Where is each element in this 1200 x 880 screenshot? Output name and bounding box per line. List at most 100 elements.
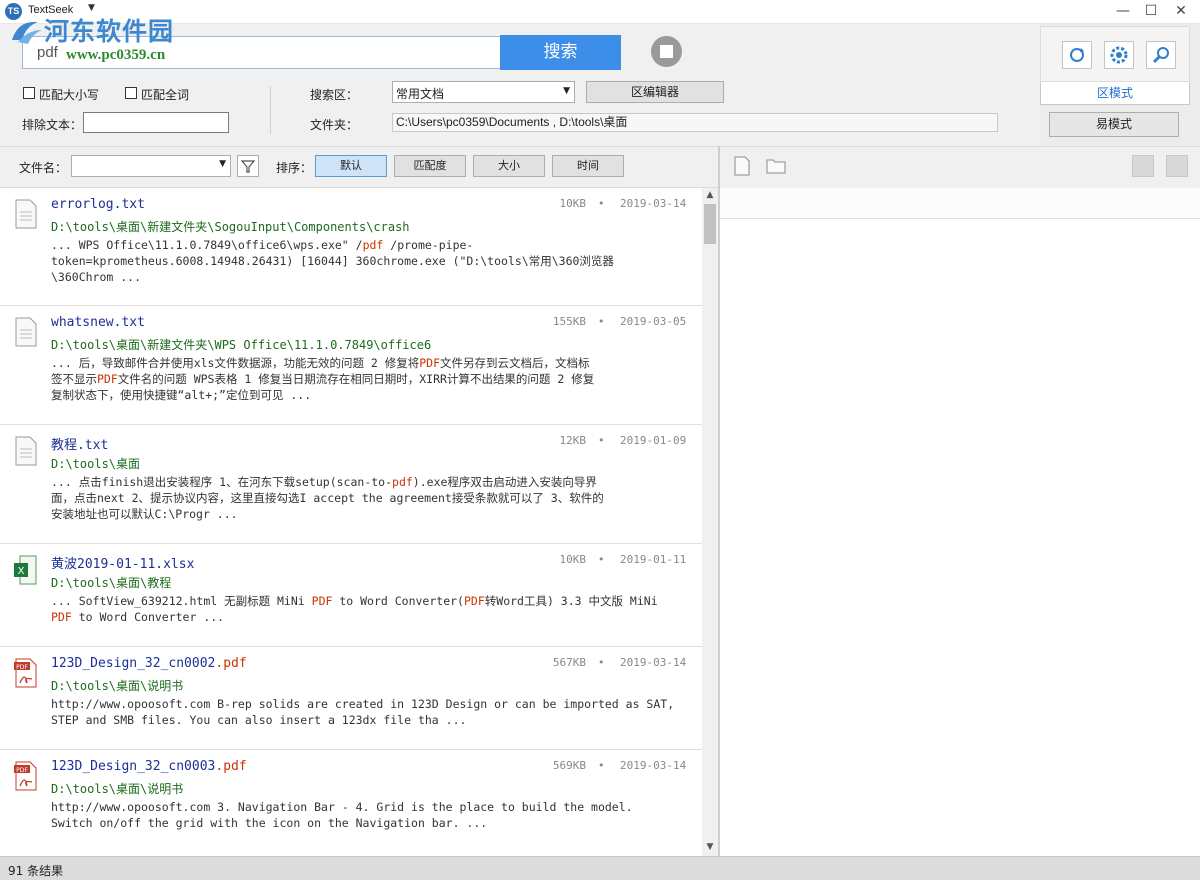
tab-easy-mode[interactable]: 易模式 [1049, 112, 1179, 137]
sort-size-button[interactable]: 大小 [473, 155, 545, 177]
list-item[interactable]: X 黄波2019-01-11.xlsx 10KB • 2019-01-11 D:… [0, 544, 702, 647]
svg-text:PDF: PDF [16, 767, 28, 774]
list-item[interactable]: whatsnew.txt 155KB • 2019-03-05 D:\tools… [0, 306, 702, 425]
svg-text:X: X [18, 566, 25, 577]
result-filename[interactable]: 教程.txt [51, 434, 108, 453]
search-scope-value: 常用文档 [396, 87, 445, 101]
result-snippet: http://www.opoosoft.com 3. Navigation Ba… [51, 800, 633, 830]
gear-icon[interactable] [1104, 41, 1134, 69]
chevron-down-icon: ▼ [219, 159, 226, 169]
folder-label: 文件夹： [310, 118, 359, 132]
result-size: 155KB [552, 315, 586, 328]
result-count: 91 条结果 [8, 864, 64, 878]
result-snippet: ... 点击finish退出安装程序 1、在河东下载setup(scan-to-… [51, 475, 604, 521]
exclude-text-input[interactable] [83, 112, 229, 133]
result-filename[interactable]: 123D_Design_32_cn0003.pdf [51, 759, 247, 774]
result-path[interactable]: D:\tools\桌面 [51, 455, 140, 472]
result-path[interactable]: D:\tools\桌面\新建文件夹\SogouInput\Components\… [51, 218, 410, 235]
divider [270, 86, 271, 134]
result-snippet: http://www.opoosoft.com B-rep solids are… [51, 697, 675, 727]
match-highlight: PDF [463, 594, 485, 608]
scroll-down-icon[interactable]: ▼ [702, 840, 718, 854]
match-whole-checkbox[interactable] [125, 87, 137, 99]
match-highlight: PDF [97, 372, 118, 386]
list-item[interactable]: 教程.txt 12KB • 2019-01-09 D:\tools\桌面 ...… [0, 425, 702, 544]
text-file-icon [12, 198, 40, 230]
result-path[interactable]: D:\tools\桌面\说明书 [51, 677, 183, 694]
result-size: 10KB [559, 553, 587, 566]
list-item[interactable]: errorlog.txt 10KB • 2019-03-14 D:\tools\… [0, 188, 702, 306]
tab-zone-mode[interactable]: 区模式 [1040, 82, 1190, 105]
open-file-icon[interactable] [732, 155, 752, 177]
match-highlight: PDF [51, 610, 72, 624]
svg-text:PDF: PDF [16, 664, 28, 671]
open-folder-icon[interactable] [765, 156, 787, 176]
sort-default-button[interactable]: 默认 [315, 155, 387, 177]
preview-pane[interactable] [719, 219, 1200, 856]
result-size: 567KB [552, 656, 586, 669]
result-path[interactable]: D:\tools\桌面\教程 [51, 574, 171, 591]
result-size: 12KB [559, 434, 587, 447]
filename-label: 文件名： [19, 161, 68, 175]
result-date: 2019-01-11 [620, 553, 687, 566]
filename-filter-input[interactable]: ▼ [71, 155, 231, 177]
sort-time-button[interactable]: 时间 [552, 155, 624, 177]
scrollbar[interactable] [702, 188, 718, 856]
result-date: 2019-03-05 [620, 315, 687, 328]
match-highlight: PDF [311, 594, 333, 608]
list-item[interactable]: PDF 123D_Design_32_cn0003.pdf 569KB • 20… [0, 750, 702, 856]
preview-toolbar [719, 146, 1200, 188]
result-size: 10KB [559, 197, 587, 210]
result-path[interactable]: D:\tools\桌面\说明书 [51, 780, 183, 797]
zone-editor-button[interactable]: 区编辑器 [586, 81, 724, 103]
refresh-icon[interactable] [1062, 41, 1092, 69]
preview-header [719, 188, 1200, 219]
result-snippet: ... WPS Office\11.1.0.7849\office6\wps.e… [51, 238, 614, 284]
separator-dot: • [598, 434, 605, 447]
separator-dot: • [598, 656, 605, 669]
next-match-icon[interactable] [1166, 155, 1188, 177]
match-highlight: pdf [392, 475, 413, 489]
separator-dot: • [598, 759, 605, 772]
excel-file-icon: X [12, 554, 40, 586]
result-size: 569KB [552, 759, 586, 772]
scroll-up-icon[interactable]: ▲ [702, 188, 718, 202]
result-filename[interactable]: 黄波2019-01-11.xlsx [51, 553, 194, 572]
exclude-text-label: 排除文本： [22, 118, 83, 132]
match-highlight: PDF [419, 356, 441, 370]
prev-match-icon[interactable] [1132, 155, 1154, 177]
folder-path-field[interactable]: C:\Users\pc0359\Documents , D:\tools\桌面 [392, 113, 998, 132]
pane-splitter[interactable] [718, 146, 720, 856]
search-icon[interactable] [1146, 41, 1176, 69]
result-filename[interactable]: errorlog.txt [51, 197, 145, 212]
result-date: 2019-03-14 [620, 197, 687, 210]
result-date: 2019-03-14 [620, 656, 687, 669]
sort-label: 排序： [276, 161, 313, 175]
watermark-logo-icon [12, 21, 42, 44]
pdf-file-icon: PDF [12, 760, 40, 792]
match-whole-label: 匹配全词 [141, 88, 190, 102]
close-button[interactable]: ✕ [1164, 0, 1198, 24]
result-path[interactable]: D:\tools\桌面\新建文件夹\WPS Office\11.1.0.7849… [51, 336, 431, 353]
result-date: 2019-03-14 [620, 759, 687, 772]
result-snippet: ... SoftView_639212.html 无副标题 MiNi PDF t… [51, 594, 658, 624]
sort-relevance-button[interactable]: 匹配度 [394, 155, 466, 177]
watermark-name: 河东软件园 [44, 17, 175, 46]
stop-icon[interactable] [651, 36, 682, 67]
filter-icon[interactable] [237, 155, 259, 177]
scroll-thumb[interactable] [704, 204, 716, 244]
status-bar: 91 条结果 [0, 856, 1200, 880]
maximize-button[interactable]: ☐ [1134, 0, 1168, 24]
result-filename[interactable]: whatsnew.txt [51, 315, 145, 330]
match-highlight: pdf [362, 238, 384, 252]
result-filename[interactable]: 123D_Design_32_cn0002.pdf [51, 656, 247, 671]
match-case-checkbox[interactable] [23, 87, 35, 99]
results-list[interactable]: errorlog.txt 10KB • 2019-03-14 D:\tools\… [0, 188, 702, 856]
search-scope-select[interactable]: 常用文档 ▼ [392, 81, 575, 103]
text-file-icon [12, 435, 40, 467]
chevron-down-icon: ▼ [563, 86, 570, 96]
list-item[interactable]: PDF 123D_Design_32_cn0002.pdf 567KB • 20… [0, 647, 702, 750]
result-date: 2019-01-09 [620, 434, 687, 447]
search-button[interactable]: 搜索 [500, 35, 621, 70]
separator-dot: • [598, 197, 605, 210]
